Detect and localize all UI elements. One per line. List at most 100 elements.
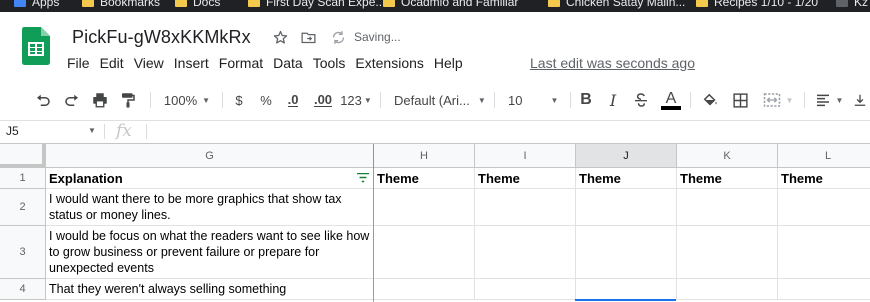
cell-l2[interactable] xyxy=(778,189,870,226)
cell-j4[interactable] xyxy=(576,279,677,300)
currency-button[interactable]: $ xyxy=(230,88,248,112)
select-all-corner[interactable] xyxy=(0,144,46,168)
bookmark-item[interactable]: First Day Scan Expe... xyxy=(248,0,385,9)
cell-k3[interactable] xyxy=(677,226,778,279)
cell-g4[interactable]: That they weren't always selling somethi… xyxy=(46,279,374,300)
chevron-down-icon: ▼ xyxy=(477,95,486,105)
bookmark-apps[interactable]: Apps xyxy=(14,0,59,9)
column-header-g[interactable]: G xyxy=(46,144,374,168)
cell-i3[interactable] xyxy=(475,226,576,279)
column-header-i[interactable]: I xyxy=(475,144,576,168)
horizontal-align-icon[interactable]: ▼ xyxy=(812,88,846,112)
filter-icon[interactable] xyxy=(357,173,369,183)
column-header-h[interactable]: H xyxy=(374,144,475,168)
borders-icon[interactable] xyxy=(729,88,751,112)
zoom-select[interactable]: 100% ▼ xyxy=(158,88,216,112)
row-header-4[interactable]: 4 xyxy=(0,279,46,300)
cell-k4[interactable] xyxy=(677,279,778,300)
spreadsheet-grid: ▶ G H I J K L 1 Explanation Theme Theme … xyxy=(0,143,870,302)
decrease-decimal-button[interactable]: .0 xyxy=(283,88,303,112)
sheets-logo-icon[interactable] xyxy=(22,27,50,65)
menu-extensions[interactable]: Extensions xyxy=(350,55,428,73)
bookmark-item[interactable]: Ocadmio and Familiar xyxy=(383,0,518,9)
cell-h2[interactable] xyxy=(374,189,475,226)
bookmarks-bar: Apps Bookmarks Docs First Day Scan Expe.… xyxy=(0,0,870,12)
document-title[interactable]: PickFu-gW8xKKMkRx xyxy=(72,27,251,48)
move-folder-icon[interactable] xyxy=(298,27,318,47)
bookmark-item[interactable]: Kz xyxy=(836,0,868,9)
italic-button[interactable]: I xyxy=(605,88,621,112)
cell-g2[interactable]: I would want there to be more graphics t… xyxy=(46,189,374,226)
menu-help[interactable]: Help xyxy=(429,55,468,73)
row-header-3[interactable]: 3 xyxy=(0,226,46,279)
cell-g3[interactable]: I would be focus on what the readers wan… xyxy=(46,226,374,279)
redo-icon[interactable] xyxy=(61,88,83,112)
print-icon[interactable] xyxy=(89,88,111,112)
increase-decimal-button[interactable]: .00 xyxy=(311,88,335,112)
cell-k1[interactable]: Theme xyxy=(677,168,778,189)
cell-h3[interactable] xyxy=(374,226,475,279)
folder-icon xyxy=(548,0,560,7)
cell-g1[interactable]: Explanation xyxy=(46,168,374,189)
column-header-l[interactable]: L xyxy=(778,144,870,168)
folder-icon xyxy=(383,0,395,7)
frozen-column-divider[interactable] xyxy=(373,144,374,302)
cell-i1[interactable]: Theme xyxy=(475,168,576,189)
folder-icon xyxy=(82,0,94,7)
bold-button[interactable]: B xyxy=(578,88,594,112)
cell-j2[interactable] xyxy=(576,189,677,226)
chevron-down-icon[interactable]: ▼ xyxy=(88,126,96,135)
column-header-k[interactable]: K xyxy=(677,144,778,168)
star-icon[interactable] xyxy=(270,27,290,47)
text-color-button[interactable]: A xyxy=(660,88,682,112)
bookmark-item[interactable]: Bookmarks xyxy=(82,0,160,9)
merge-cells-icon[interactable]: ▼ xyxy=(758,88,798,112)
vertical-align-icon[interactable] xyxy=(852,88,868,112)
formula-input[interactable] xyxy=(152,121,862,141)
cell-l3[interactable] xyxy=(778,226,870,279)
menu-bar: File Edit View Insert Format Data Tools … xyxy=(62,55,468,73)
column-header-j[interactable]: J xyxy=(576,144,677,168)
cell-i2[interactable] xyxy=(475,189,576,226)
cell-j1[interactable]: Theme xyxy=(576,168,677,189)
folder-icon xyxy=(836,0,848,7)
cell-i4[interactable] xyxy=(475,279,576,300)
font-select[interactable]: Default (Ari... ▼ xyxy=(394,88,486,112)
folder-icon xyxy=(696,0,708,7)
bookmark-item[interactable]: Chicken Satay Malin... xyxy=(548,0,685,9)
menu-edit[interactable]: Edit xyxy=(95,55,129,73)
chevron-down-icon: ▼ xyxy=(202,95,211,105)
sync-icon xyxy=(328,27,348,47)
fx-icon: fx xyxy=(116,121,132,141)
menu-data[interactable]: Data xyxy=(268,55,308,73)
folder-icon xyxy=(175,0,187,7)
row-header-1[interactable]: 1 xyxy=(0,168,46,189)
menu-view[interactable]: View xyxy=(129,55,169,73)
chevron-down-icon: ▼ xyxy=(785,95,794,105)
undo-icon[interactable] xyxy=(32,88,54,112)
cell-j3[interactable] xyxy=(576,226,677,279)
more-formats-select[interactable]: 123 ▼ xyxy=(340,88,372,112)
paint-format-icon[interactable] xyxy=(117,88,139,112)
name-box[interactable]: J5 xyxy=(6,124,19,138)
cell-l1[interactable]: Theme xyxy=(778,168,870,189)
row-header-2[interactable]: 2 xyxy=(0,189,46,226)
menu-insert[interactable]: Insert xyxy=(169,55,214,73)
apps-icon xyxy=(14,0,26,7)
cell-h4[interactable] xyxy=(374,279,475,300)
font-size-select[interactable]: 10 ▼ xyxy=(508,88,562,112)
last-edit-link[interactable]: Last edit was seconds ago xyxy=(530,55,695,71)
fill-color-icon[interactable] xyxy=(699,88,721,112)
percent-button[interactable]: % xyxy=(257,88,275,112)
menu-tools[interactable]: Tools xyxy=(308,55,351,73)
bookmark-item[interactable]: Docs xyxy=(175,0,220,9)
menu-file[interactable]: File xyxy=(62,55,95,73)
strikethrough-icon[interactable] xyxy=(632,88,650,112)
text-color-swatch xyxy=(661,105,681,110)
menu-format[interactable]: Format xyxy=(214,55,268,73)
cell-k2[interactable] xyxy=(677,189,778,226)
chevron-down-icon: ▼ xyxy=(835,95,844,105)
bookmark-item[interactable]: Recipes 1/10 - 1/20 xyxy=(696,0,818,9)
cell-l4[interactable] xyxy=(778,279,870,300)
cell-h1[interactable]: Theme xyxy=(374,168,475,189)
